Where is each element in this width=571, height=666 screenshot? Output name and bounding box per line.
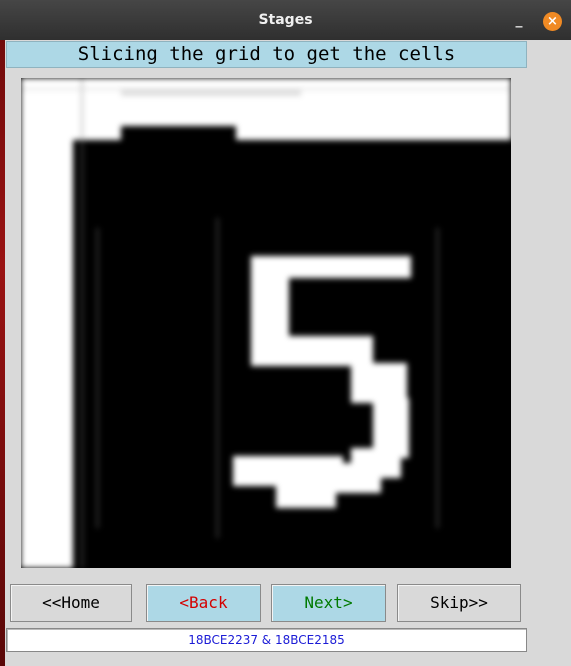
back-button[interactable]: <Back (146, 584, 261, 622)
home-button[interactable]: <<Home (10, 584, 132, 622)
grid-line-left (21, 78, 73, 568)
grid-line-top (21, 78, 511, 140)
cell-image (21, 78, 511, 568)
digit-cell-graphic (21, 78, 511, 568)
window-title: Stages (258, 12, 313, 28)
skip-button[interactable]: Skip>> (397, 584, 521, 622)
stage-title: Slicing the grid to get the cells (6, 41, 527, 68)
title-bar[interactable]: Stages _ × (0, 0, 571, 40)
window-edge (0, 0, 5, 666)
next-button[interactable]: Next> (271, 584, 386, 622)
close-icon[interactable]: × (543, 12, 562, 31)
minimize-icon[interactable]: _ (511, 12, 527, 28)
credits-label: 18BCE2237 & 18BCE2185 (6, 628, 527, 652)
